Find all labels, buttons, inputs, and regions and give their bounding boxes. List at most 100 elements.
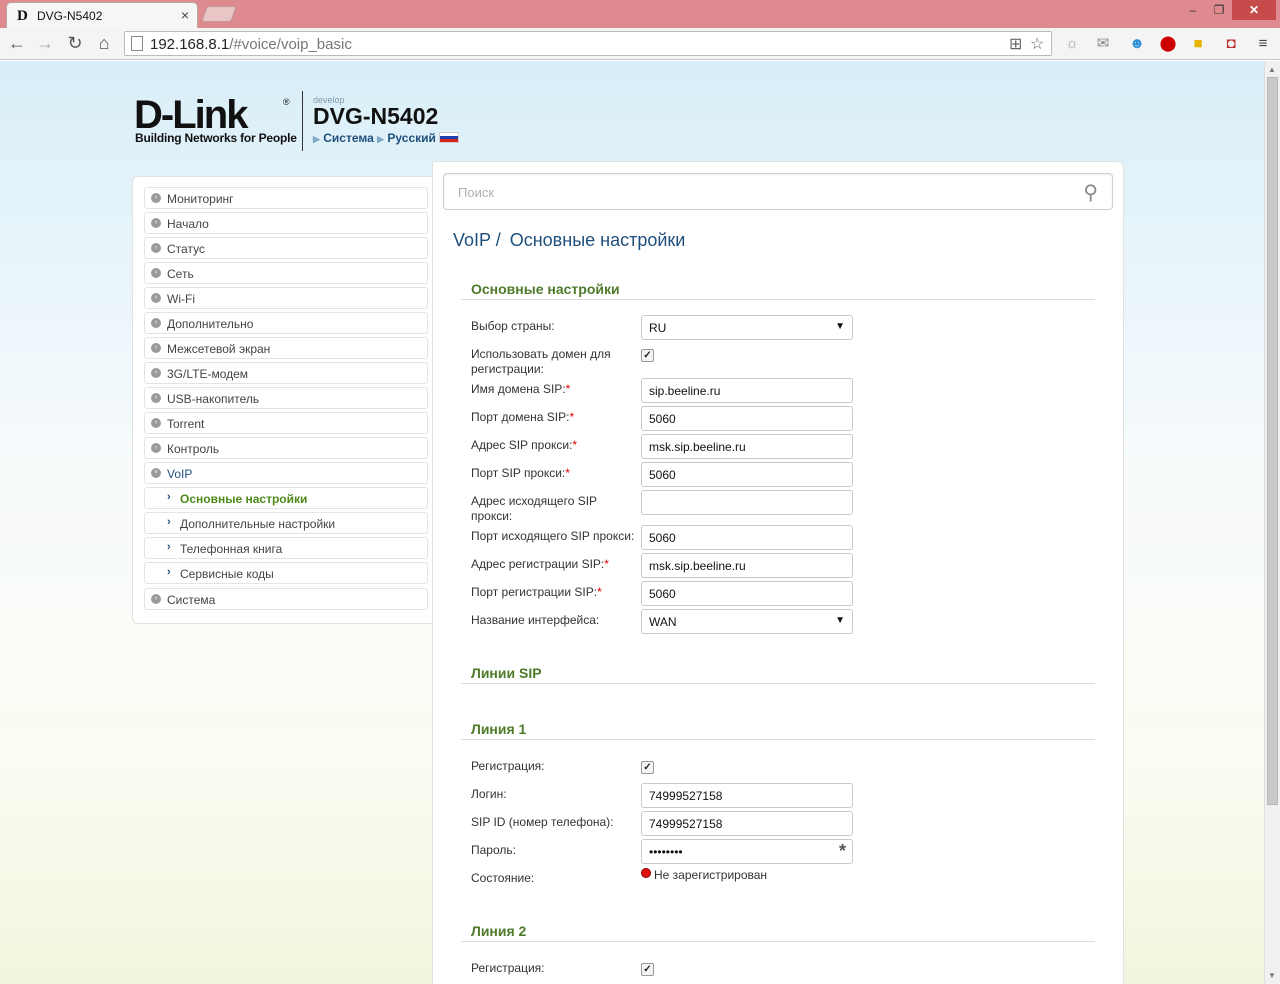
outbound-port-input[interactable]: 5060 — [641, 525, 853, 550]
chevron-right-icon: › — [167, 491, 171, 503]
chevron-right-icon: › — [151, 594, 161, 604]
line1-sipid-input[interactable]: 74999527158 — [641, 811, 853, 836]
reg-port-input[interactable]: 5060 — [641, 581, 853, 606]
line1-login-input[interactable]: 74999527158 — [641, 783, 853, 808]
system-link[interactable]: Система — [323, 131, 374, 145]
forward-arrow-icon[interactable]: → — [34, 32, 56, 54]
sidebar-item-monitoring[interactable]: › Мониторинг — [144, 187, 428, 209]
chevron-right-icon: › — [151, 343, 161, 353]
sidebar-item-firewall[interactable]: › Межсетевой экран — [144, 337, 428, 359]
menu-hamburger-icon[interactable]: ≡ — [1253, 34, 1273, 54]
sidebar-subitem-voip-advanced[interactable]: › Дополнительные настройки — [144, 512, 428, 534]
header-links: ▶ Система ▶ Русский — [313, 131, 460, 145]
sidebar-item-label: Межсетевой экран — [167, 342, 271, 356]
window-maximize-button[interactable]: ❐ — [1206, 0, 1232, 20]
reload-icon[interactable]: ↻ — [64, 32, 86, 54]
line2-registration-checkbox[interactable]: ✓ — [641, 963, 654, 976]
interface-select[interactable]: WAN ▼ — [641, 609, 853, 634]
line1-registration-checkbox[interactable]: ✓ — [641, 761, 654, 774]
line1-state-label: Состояние: — [471, 871, 535, 885]
address-bar[interactable]: 192.168.8.1/#voice/voip_basic ⊞ ☆ — [124, 31, 1052, 56]
shield-extension-icon[interactable]: ◘ — [1221, 34, 1241, 54]
sidebar-item-usb[interactable]: › USB-накопитель — [144, 387, 428, 409]
page-icon — [131, 36, 143, 51]
russian-flag-icon[interactable] — [439, 132, 460, 143]
page-scrollbar[interactable]: ▲ ▼ — [1264, 61, 1280, 984]
sidebar-subitem-phonebook[interactable]: › Телефонная книга — [144, 537, 428, 559]
sidebar-item-label: Дополнительные настройки — [180, 517, 336, 531]
window-minimize-button[interactable]: – — [1180, 0, 1206, 20]
notes-extension-icon[interactable]: ■ — [1188, 34, 1208, 54]
sidebar-item-label: Сервисные коды — [180, 567, 274, 581]
reg-address-input[interactable]: msk.sip.beeline.ru — [641, 553, 853, 578]
section-title-sip-lines: Линии SIP — [471, 665, 542, 681]
sidebar-item-status[interactable]: › Статус — [144, 237, 428, 259]
breadcrumb-parent[interactable]: VoIP / — [453, 230, 501, 250]
sip-domain-port-input[interactable]: 5060 — [641, 406, 853, 431]
window-close-button[interactable]: ✕ — [1232, 0, 1276, 20]
back-arrow-icon[interactable]: ← — [6, 32, 28, 54]
weather-extension-icon[interactable]: ☼ — [1062, 34, 1082, 54]
interface-label: Название интерфейса: — [471, 613, 600, 627]
section-divider — [461, 299, 1095, 300]
show-password-asterisk-icon[interactable]: * — [839, 841, 846, 862]
reg-address-label: Адрес регистрации SIP:* — [471, 557, 609, 571]
sidebar-item-wifi[interactable]: › Wi-Fi — [144, 287, 428, 309]
sidebar-item-torrent[interactable]: › Torrent — [144, 412, 428, 434]
scroll-up-icon[interactable]: ▲ — [1268, 65, 1276, 74]
home-icon[interactable]: ⌂ — [93, 32, 115, 54]
sidebar-item-label: Дополнительно — [167, 317, 254, 331]
chevron-right-icon: › — [151, 243, 161, 253]
new-tab-button[interactable] — [201, 6, 237, 22]
sidebar-item-label: Контроль — [167, 442, 220, 456]
chevron-right-icon: › — [151, 418, 161, 428]
scrollbar-thumb[interactable] — [1267, 77, 1278, 805]
sidebar-item-network[interactable]: › Сеть — [144, 262, 428, 284]
search-input[interactable]: Поиск ⚲ — [443, 173, 1113, 210]
sidebar-subitem-voip-basic[interactable]: › Основные настройки — [144, 487, 428, 509]
sidebar-item-label: Основные настройки — [180, 492, 308, 506]
device-model: DVG-N5402 — [313, 103, 439, 129]
sip-proxy-port-label: Порт SIP прокси:* — [471, 466, 570, 480]
ghost-extension-icon[interactable]: ☻ — [1127, 34, 1147, 54]
outbound-proxy-input[interactable] — [641, 490, 853, 515]
browser-toolbar: ← → ↻ ⌂ 192.168.8.1/#voice/voip_basic ⊞ … — [0, 28, 1280, 60]
sidebar-item-3g-lte[interactable]: › 3G/LTE-модем — [144, 362, 428, 384]
use-domain-label: Использовать домен для регистрации: — [471, 347, 611, 376]
sip-proxy-input[interactable]: msk.sip.beeline.ru — [641, 434, 853, 459]
translate-icon[interactable]: ⊞ — [1009, 34, 1022, 54]
sidebar-item-start[interactable]: › Начало — [144, 212, 428, 234]
sidebar-item-label: Начало — [167, 217, 209, 231]
dlink-logo: D-Link — [134, 93, 248, 137]
line1-password-input[interactable]: •••••••• * — [641, 839, 853, 864]
mail-extension-icon[interactable]: ✉ — [1093, 34, 1113, 54]
sidebar-item-advanced[interactable]: › Дополнительно — [144, 312, 428, 334]
tab-close-icon[interactable]: × — [181, 7, 189, 23]
address-url[interactable]: 192.168.8.1/#voice/voip_basic — [150, 36, 352, 53]
arrow-right-icon: ▶ — [377, 134, 385, 144]
bookmark-star-icon[interactable]: ☆ — [1030, 34, 1044, 54]
dropdown-arrow-icon: ▼ — [835, 615, 845, 626]
browser-tab[interactable]: D DVG-N5402 × — [6, 2, 198, 28]
language-link[interactable]: Русский — [387, 131, 436, 145]
use-domain-checkbox[interactable]: ✓ — [641, 349, 654, 362]
sidebar-item-label: USB-накопитель — [167, 392, 260, 406]
sidebar-item-control[interactable]: › Контроль — [144, 437, 428, 459]
sidebar-subitem-service-codes[interactable]: › Сервисные коды — [144, 562, 428, 584]
adblock-extension-icon[interactable]: ⬤ — [1158, 34, 1178, 54]
sidebar-item-label: Статус — [167, 242, 205, 256]
logo-registered-mark: ® — [283, 97, 290, 107]
sip-proxy-port-input[interactable]: 5060 — [641, 462, 853, 487]
scroll-down-icon[interactable]: ▼ — [1268, 971, 1276, 980]
search-icon[interactable]: ⚲ — [1083, 180, 1098, 205]
country-select[interactable]: RU ▼ — [641, 315, 853, 340]
sip-domain-input[interactable]: sip.beeline.ru — [641, 378, 853, 403]
sidebar-item-voip[interactable]: ˅ VoIP — [144, 462, 428, 484]
line1-password-label: Пароль: — [471, 843, 516, 857]
reg-port-label: Порт регистрации SIP:* — [471, 585, 602, 599]
chevron-down-icon: ˅ — [151, 468, 161, 478]
line1-registration-label: Регистрация: — [471, 759, 545, 773]
outbound-proxy-label: Адрес исходящего SIP прокси: — [471, 494, 597, 523]
tab-title: DVG-N5402 — [37, 9, 103, 23]
sidebar-item-system[interactable]: › Система — [144, 588, 428, 610]
